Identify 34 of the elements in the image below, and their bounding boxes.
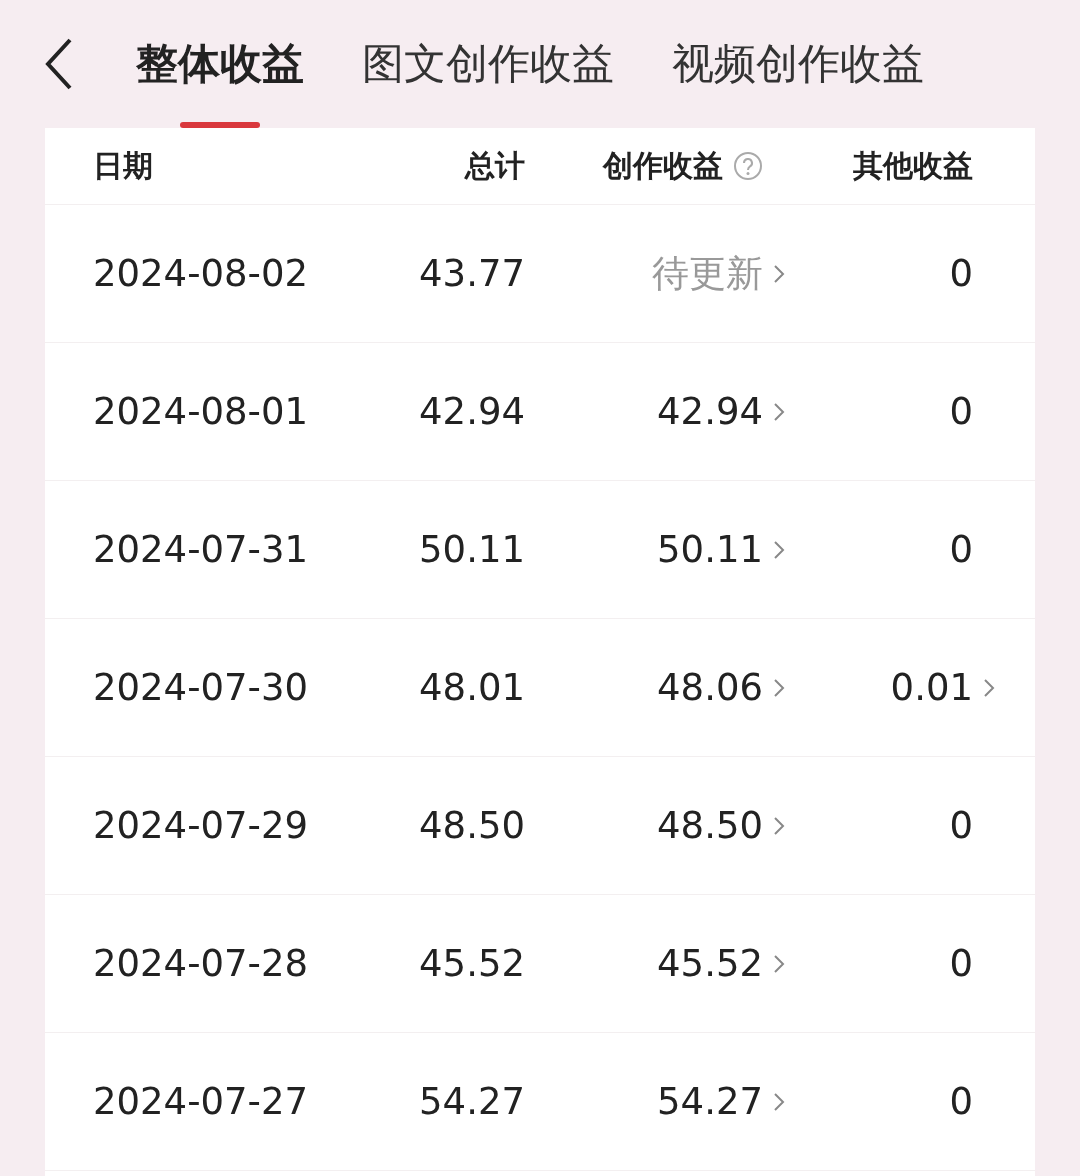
total-cell: 54.27 xyxy=(419,1080,525,1123)
column-header: 创作收益 xyxy=(603,146,723,185)
creation-cell[interactable]: 48.06 xyxy=(657,666,763,709)
total-cell: 48.50 xyxy=(419,804,525,847)
creation-cell[interactable]: 54.27 xyxy=(657,1080,763,1123)
date-cell-text: 2024-07-27 xyxy=(93,1080,310,1123)
date-cell-text: 2024-08-02 xyxy=(93,252,310,295)
tab[interactable]: 视频创作收益 xyxy=(672,0,924,128)
tab[interactable]: 图文创作收益 xyxy=(362,0,614,128)
date-cell-text: 2024-07-31 xyxy=(93,528,310,571)
creation-cell[interactable]: 42.94 xyxy=(657,390,763,433)
date-cell-text: 2024-07-29 xyxy=(93,804,310,847)
column-header: 日期 xyxy=(93,147,153,183)
other-cell[interactable]: 0.01 xyxy=(890,666,973,709)
other-cell: 0 xyxy=(949,804,973,847)
column-header: 其他收益 xyxy=(853,146,973,185)
other-cell: 0 xyxy=(949,390,973,433)
date-cell-text: 2024-07-30 xyxy=(93,666,310,709)
other-cell: 0 xyxy=(949,528,973,571)
total-cell: 48.01 xyxy=(419,666,525,709)
creation-cell[interactable]: 45.52 xyxy=(657,942,763,985)
date-cell-text: 2024-07-28 xyxy=(93,942,310,985)
total-cell: 43.77 xyxy=(419,252,525,295)
tab[interactable]: 整体收益 xyxy=(136,0,304,128)
other-cell: 0 xyxy=(949,942,973,985)
column-header: 总计 xyxy=(465,146,525,185)
total-cell: 45.52 xyxy=(419,942,525,985)
date-cell-text: 2024-08-01 xyxy=(93,390,310,433)
creation-cell[interactable]: 50.11 xyxy=(657,528,763,571)
total-cell: 42.94 xyxy=(419,390,525,433)
other-cell: 0 xyxy=(949,252,973,295)
other-cell: 0 xyxy=(949,1080,973,1123)
creation-cell[interactable]: 48.50 xyxy=(657,804,763,847)
total-cell: 50.11 xyxy=(419,528,525,571)
